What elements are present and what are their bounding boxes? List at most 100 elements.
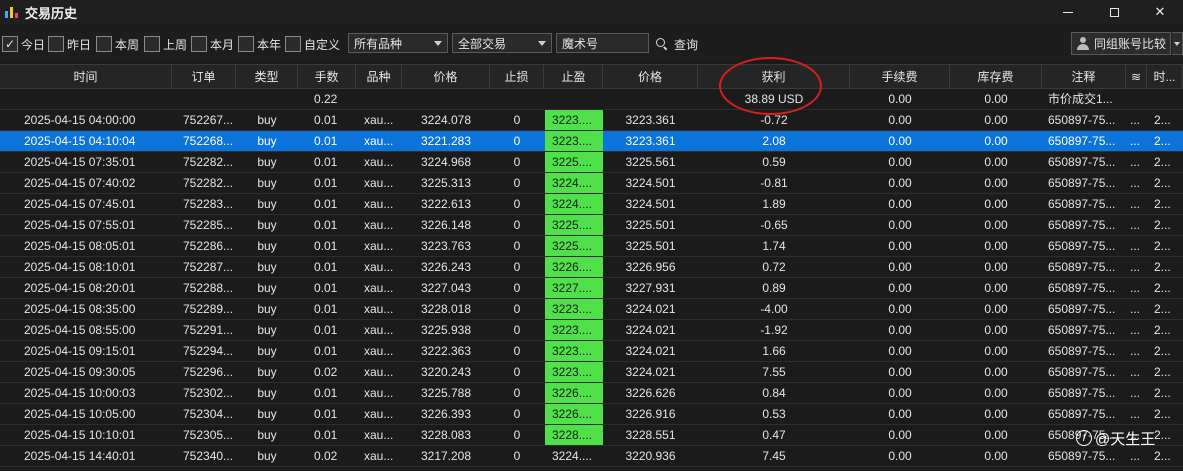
table-row[interactable]: 2025-04-15 10:10:01 752305... buy 0.01 xau..… xyxy=(0,425,1183,446)
minimize-button[interactable] xyxy=(1045,0,1091,24)
cell-symbol: xau... xyxy=(364,176,394,190)
cell-lots: 0.01 xyxy=(314,281,338,295)
group-compare-button[interactable]: 同组账号比较 xyxy=(1071,32,1171,55)
filter-checkbox-label: 本年 xyxy=(257,37,282,52)
cell-time: 2025-04-15 07:55:01 xyxy=(24,218,136,232)
cell-swap: 0.00 xyxy=(984,281,1008,295)
cell-type: buy xyxy=(257,386,277,400)
cell-take-profit: 3226.... xyxy=(545,383,603,403)
table-row[interactable]: 2025-04-15 08:20:01 752288... buy 0.01 xau..… xyxy=(0,278,1183,299)
cell-extra: ... xyxy=(1130,281,1141,295)
cell-profit: 0.53 xyxy=(762,407,786,421)
cell-open-price: 3217.208 xyxy=(420,449,472,463)
cell-time-extra: 2... xyxy=(1154,407,1171,421)
cell-open-price: 3228.083 xyxy=(420,428,472,442)
filter-checkbox-1[interactable]: 昨日 xyxy=(48,35,91,53)
filter-checkbox-4[interactable]: 本月 xyxy=(191,35,234,53)
close-button[interactable]: ✕ xyxy=(1137,0,1183,24)
cell-order: 752283... xyxy=(183,197,234,211)
cell-order: 752294... xyxy=(183,344,234,358)
maximize-button[interactable] xyxy=(1091,0,1137,24)
cell-time: 2025-04-15 08:55:00 xyxy=(24,323,136,337)
table-row[interactable]: 2025-04-15 07:45:01 752283... buy 0.01 xau..… xyxy=(0,194,1183,215)
table-row[interactable]: 2025-04-15 07:55:01 752285... buy 0.01 xau..… xyxy=(0,215,1183,236)
filter-checkbox-label: 昨日 xyxy=(67,37,92,52)
column-header-lots[interactable]: 手数 xyxy=(298,65,356,89)
cell-extra: ... xyxy=(1130,407,1141,421)
table-row[interactable]: 2025-04-15 08:55:00 752291... buy 0.01 xau..… xyxy=(0,320,1183,341)
table-row[interactable]: 2025-04-15 07:40:02 752282... buy 0.01 xau..… xyxy=(0,173,1183,194)
column-header-extra[interactable]: ≋ xyxy=(1126,65,1147,89)
column-header-commission[interactable]: 手续费 xyxy=(850,65,950,89)
table-row[interactable]: 2025-04-15 08:35:00 752289... buy 0.01 xau..… xyxy=(0,299,1183,320)
column-header-close-price[interactable]: 价格 xyxy=(603,65,698,89)
table-row[interactable]: 2025-04-15 09:30:05 752296... buy 0.02 xau..… xyxy=(0,362,1183,383)
filter-checkbox-6[interactable]: 自定义 xyxy=(285,35,340,53)
table-row[interactable]: 2025-04-15 09:15:01 752294... buy 0.01 xau..… xyxy=(0,341,1183,362)
cell-extra: ... xyxy=(1130,302,1141,316)
table-row[interactable]: 2025-04-15 04:10:04 752268... buy 0.01 xau..… xyxy=(0,131,1183,152)
cell-close-price: 3226.626 xyxy=(625,386,676,400)
cell-symbol: xau... xyxy=(364,218,394,232)
cell-lots: 0.01 xyxy=(314,260,338,274)
trade-type-select[interactable]: 全部交易 xyxy=(452,33,552,53)
summary-comment: 市价成交1... xyxy=(1048,92,1113,106)
table-row[interactable]: 2025-04-15 07:35:01 752282... buy 0.01 xau..… xyxy=(0,152,1183,173)
column-header-swap[interactable]: 库存费 xyxy=(950,65,1042,89)
cell-comment: 650897-75... xyxy=(1048,323,1116,337)
symbol-select[interactable]: 所有品种 xyxy=(348,33,448,53)
cell-commission: 0.00 xyxy=(888,197,912,211)
filter-checkbox-0[interactable]: ✓ 今日 xyxy=(2,35,45,53)
cell-time: 2025-04-15 08:35:00 xyxy=(24,302,136,316)
cell-time: 2025-04-15 07:40:02 xyxy=(24,176,136,190)
cell-lots: 0.01 xyxy=(314,386,338,400)
cell-open-price: 3225.788 xyxy=(420,386,472,400)
column-header-comment[interactable]: 注释 xyxy=(1042,65,1126,89)
cell-order: 752305... xyxy=(183,428,234,442)
cell-comment: 650897-75... xyxy=(1048,302,1116,316)
query-button[interactable]: 查询 xyxy=(656,35,698,53)
cell-time-extra: 2... xyxy=(1154,386,1171,400)
cell-extra: ... xyxy=(1130,449,1141,463)
cell-commission: 0.00 xyxy=(888,449,912,463)
table-row[interactable]: 2025-04-15 10:05:00 752304... buy 0.01 xau..… xyxy=(0,404,1183,425)
column-header-type[interactable]: 类型 xyxy=(236,65,298,89)
cell-symbol: xau... xyxy=(364,344,394,358)
cell-commission: 0.00 xyxy=(888,239,912,253)
cell-swap: 0.00 xyxy=(984,239,1008,253)
cell-close-price: 3227.931 xyxy=(625,281,676,295)
cell-profit: 7.45 xyxy=(762,449,786,463)
column-header-symbol[interactable]: 品种 xyxy=(356,65,402,89)
filter-checkbox-3[interactable]: 上周 xyxy=(144,35,187,53)
cell-extra: ... xyxy=(1130,176,1141,190)
column-header-time-extra[interactable]: 时... xyxy=(1147,65,1183,89)
column-header-take-profit[interactable]: 止盈 xyxy=(545,65,603,89)
cell-close-price: 3224.021 xyxy=(625,365,676,379)
cell-stop-loss: 0 xyxy=(513,176,521,190)
cell-lots: 0.01 xyxy=(314,197,338,211)
filter-checkbox-2[interactable]: 本周 xyxy=(96,35,139,53)
chevron-down-icon xyxy=(538,41,546,46)
table-row[interactable]: 2025-04-15 10:00:03 752302... buy 0.01 xau..… xyxy=(0,383,1183,404)
table-row[interactable]: 2025-04-15 08:10:01 752287... buy 0.01 xau..… xyxy=(0,257,1183,278)
cell-stop-loss: 0 xyxy=(513,407,521,421)
column-header-stop-loss[interactable]: 止损 xyxy=(490,65,544,89)
filter-checkbox-5[interactable]: 本年 xyxy=(238,35,281,53)
table-row[interactable]: 2025-04-15 04:00:00 752267... buy 0.01 xau..… xyxy=(0,110,1183,131)
table-row[interactable]: 2025-04-15 14:40:01 752340... buy 0.02 xau..… xyxy=(0,446,1183,467)
cell-time-extra: 2... xyxy=(1154,365,1171,379)
column-header-order[interactable]: 订单 xyxy=(172,65,236,89)
cell-symbol: xau... xyxy=(364,302,394,316)
column-header-open-price[interactable]: 价格 xyxy=(402,65,490,89)
column-header-time[interactable]: 时间 xyxy=(0,65,172,89)
group-compare-dropdown[interactable] xyxy=(1172,32,1183,55)
table-row[interactable]: 2025-04-15 08:05:01 752286... buy 0.01 xau..… xyxy=(0,236,1183,257)
cell-order: 752287... xyxy=(183,260,234,274)
cell-comment: 650897-75... xyxy=(1048,407,1116,421)
cell-open-price: 3222.363 xyxy=(420,344,472,358)
column-header-profit[interactable]: 获利 xyxy=(698,65,850,89)
cell-swap: 0.00 xyxy=(984,428,1008,442)
cell-symbol: xau... xyxy=(364,113,394,127)
magic-number-input[interactable]: 魔术号 xyxy=(556,33,649,53)
cell-time: 2025-04-15 08:10:01 xyxy=(24,260,136,274)
